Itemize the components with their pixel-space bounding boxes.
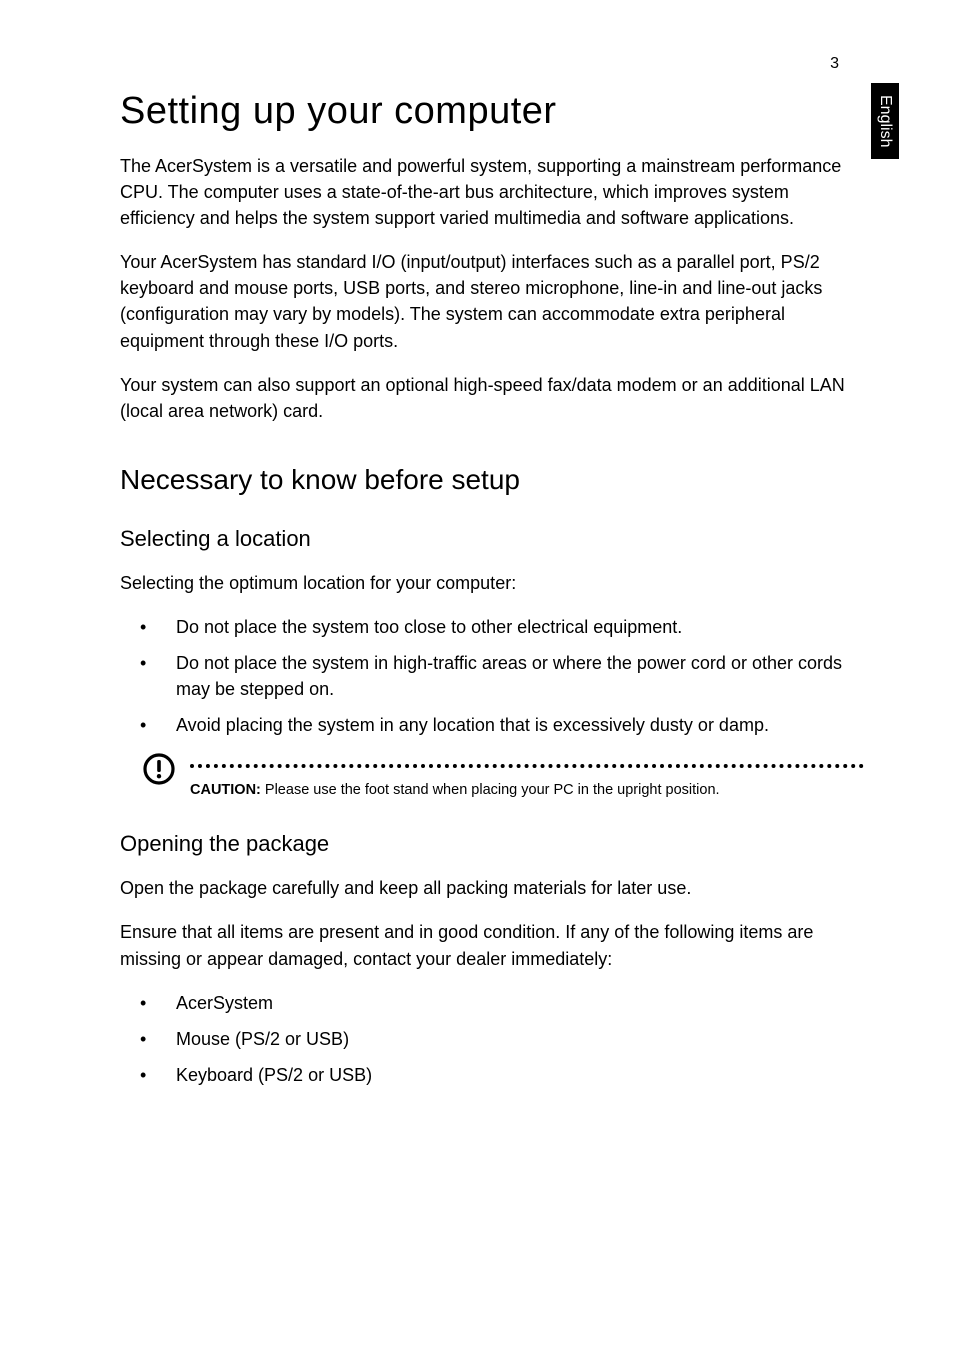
caution-divider: [190, 764, 864, 768]
package-bullets: AcerSystem Mouse (PS/2 or USB) Keyboard …: [120, 990, 864, 1088]
section-heading: Necessary to know before setup: [120, 464, 864, 496]
intro-paragraph: The AcerSystem is a versatile and powerf…: [120, 153, 864, 231]
page: 3 English Setting up your computer The A…: [0, 0, 954, 1369]
package-paragraph: Open the package carefully and keep all …: [120, 875, 864, 901]
subsection-heading-package: Opening the package: [120, 831, 864, 857]
caution-right: CAUTION: Please use the foot stand when …: [190, 750, 864, 801]
list-item: Keyboard (PS/2 or USB): [120, 1062, 864, 1088]
language-tab: English: [871, 83, 899, 159]
list-item: Do not place the system in high-traffic …: [120, 650, 864, 702]
list-item: AcerSystem: [120, 990, 864, 1016]
caution-icon: [142, 752, 176, 791]
list-item: Avoid placing the system in any location…: [120, 712, 864, 738]
caution-text: CAUTION: Please use the foot stand when …: [190, 780, 864, 801]
package-paragraph: Ensure that all items are present and in…: [120, 919, 864, 971]
subsection-heading-location: Selecting a location: [120, 526, 864, 552]
page-number: 3: [830, 55, 839, 73]
page-content: Setting up your computer The AcerSystem …: [120, 90, 864, 1088]
intro-paragraph: Your system can also support an optional…: [120, 372, 864, 424]
intro-paragraph: Your AcerSystem has standard I/O (input/…: [120, 249, 864, 353]
list-item: Mouse (PS/2 or USB): [120, 1026, 864, 1052]
caution-block: CAUTION: Please use the foot stand when …: [142, 750, 864, 801]
page-title: Setting up your computer: [120, 90, 864, 133]
location-bullets: Do not place the system too close to oth…: [120, 614, 864, 738]
location-lead: Selecting the optimum location for your …: [120, 570, 864, 596]
list-item: Do not place the system too close to oth…: [120, 614, 864, 640]
